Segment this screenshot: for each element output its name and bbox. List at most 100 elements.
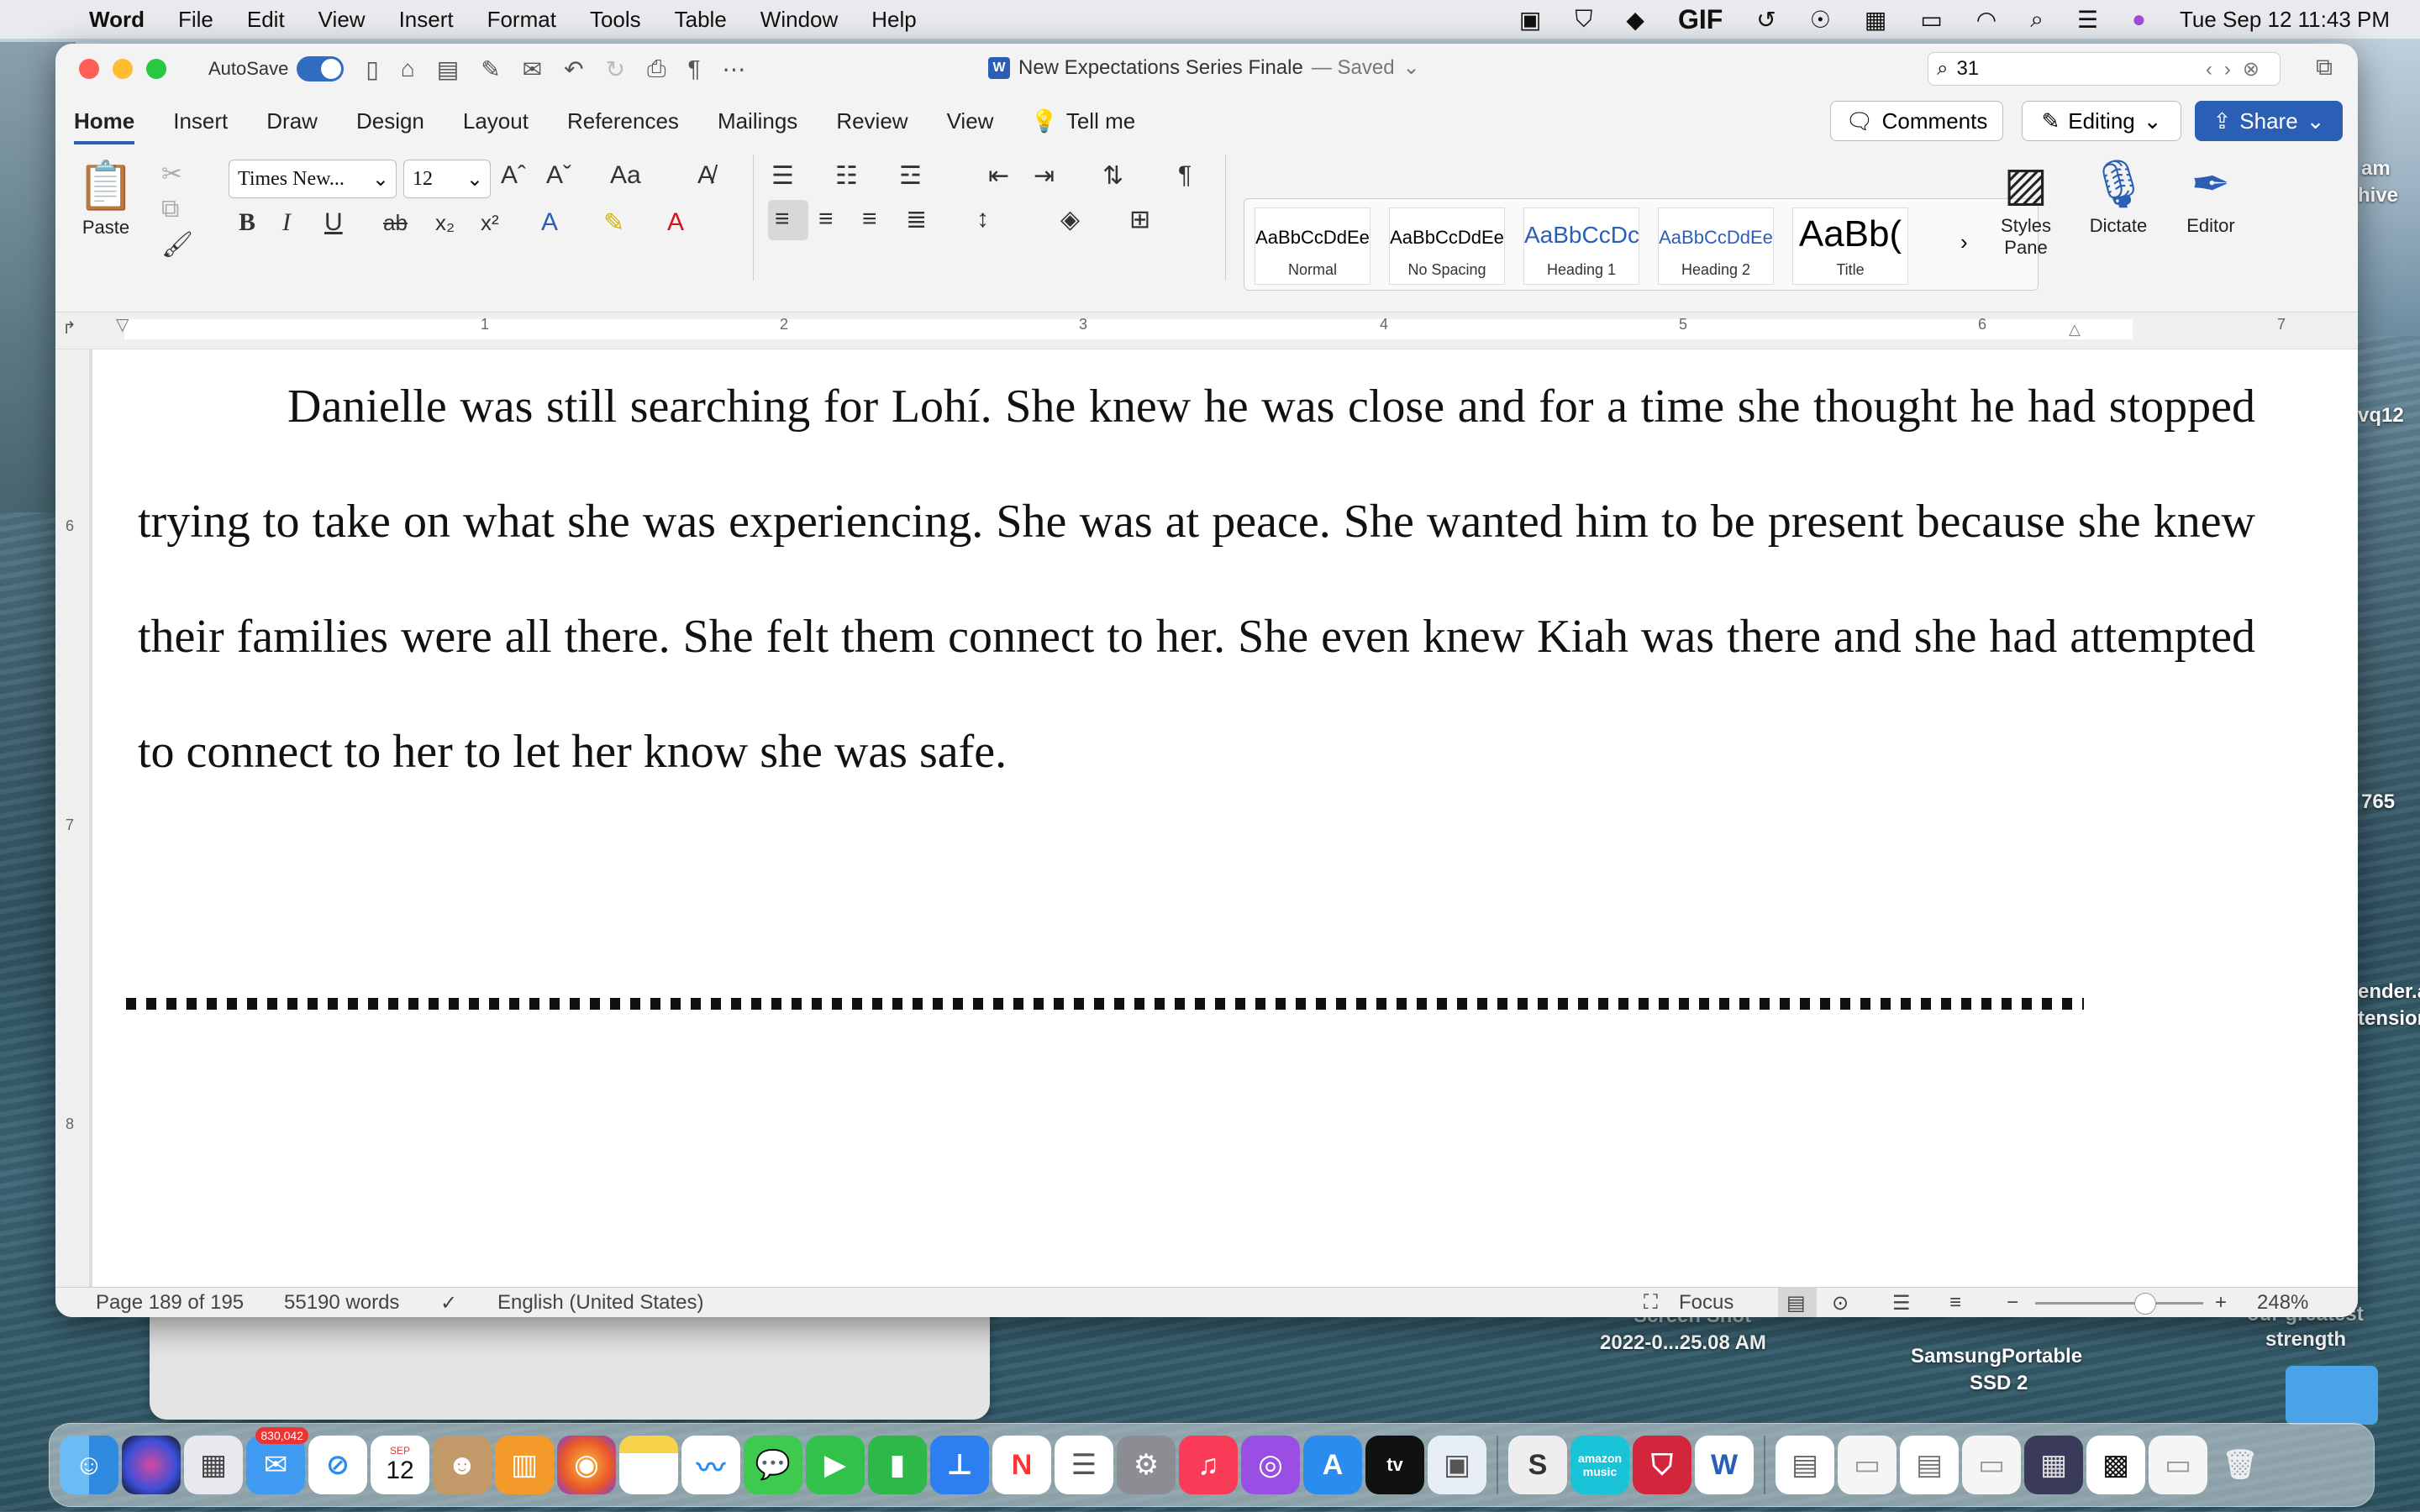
share-doc-icon[interactable]: ⧉ bbox=[2316, 54, 2333, 81]
clear-formatting-icon[interactable]: A̸ bbox=[697, 161, 714, 190]
keyboard-icon[interactable]: ▦ bbox=[1865, 6, 1886, 34]
autosave-toggle[interactable] bbox=[297, 56, 345, 81]
desktop-drive-label[interactable]: SSD 2 bbox=[1970, 1371, 2028, 1396]
styles-pane-button[interactable]: ▨ Styles Pane bbox=[1980, 156, 2072, 259]
tab-references[interactable]: References bbox=[567, 108, 679, 134]
tab-insert[interactable]: Insert bbox=[173, 108, 228, 134]
menu-window[interactable]: Window bbox=[760, 7, 838, 33]
b-app-icon[interactable]: ▣ bbox=[1519, 6, 1541, 34]
style-heading-2[interactable]: AaBbCcDdEe Heading 2 bbox=[1658, 207, 1774, 285]
document-thumbnail[interactable]: ▤ bbox=[1900, 1436, 1959, 1494]
shield-icon[interactable]: ⛉ bbox=[1575, 6, 1592, 34]
books-icon[interactable]: ▥ bbox=[495, 1436, 554, 1494]
tab-home[interactable]: Home bbox=[74, 108, 135, 144]
web-layout-icon[interactable]: ⊙ bbox=[1832, 1291, 1849, 1315]
firefox-icon[interactable]: ◉ bbox=[557, 1436, 616, 1494]
align-right-icon[interactable]: ≡ bbox=[862, 205, 877, 234]
contacts-icon[interactable]: ☻ bbox=[433, 1436, 492, 1494]
format-painter-icon[interactable]: 🖌 bbox=[161, 230, 193, 260]
document-thumbnail[interactable]: ▤ bbox=[1776, 1436, 1834, 1494]
reminders-icon[interactable]: ☰ bbox=[1055, 1436, 1113, 1494]
change-case-icon[interactable]: Aa bbox=[610, 161, 641, 190]
style-normal[interactable]: AaBbCcDdEe Normal bbox=[1255, 207, 1370, 285]
sort-icon[interactable]: ⇅ bbox=[1102, 161, 1123, 191]
notes-icon[interactable] bbox=[619, 1436, 678, 1494]
print-icon[interactable]: ⎙ bbox=[647, 55, 666, 83]
bold-icon[interactable]: B bbox=[239, 208, 255, 237]
facetime-icon[interactable]: ▶ bbox=[806, 1436, 865, 1494]
tab-draw[interactable]: Draw bbox=[266, 108, 318, 134]
strikethrough-icon[interactable]: ab bbox=[383, 210, 408, 236]
vertical-ruler[interactable]: 6 7 8 bbox=[55, 349, 89, 1287]
news-icon[interactable]: N bbox=[992, 1436, 1051, 1494]
share-button[interactable]: ⇪ Share ⌄ bbox=[2195, 101, 2343, 141]
siri-icon[interactable]: ● bbox=[2132, 6, 2146, 33]
spotlight-search-icon[interactable]: ⌕ bbox=[2030, 6, 2044, 34]
undo-icon[interactable]: ↶ bbox=[564, 55, 583, 83]
desktop-item-label[interactable]: 765 bbox=[2361, 790, 2395, 815]
folder-icon[interactable] bbox=[2286, 1366, 2378, 1425]
right-indent-marker[interactable]: △ bbox=[2069, 321, 2081, 339]
desktop-file-label[interactable]: 2022-0...25.08 AM bbox=[1600, 1331, 1766, 1356]
screenshot-thumbnail[interactable]: ▦ bbox=[2024, 1436, 2083, 1494]
font-name-select[interactable]: Times New... ⌄ bbox=[229, 160, 397, 198]
numbering-icon[interactable]: ☷ bbox=[835, 161, 858, 191]
search-box[interactable]: ⌕ 31 ‹›⊗ bbox=[1928, 52, 2281, 86]
comments-button[interactable]: 🗨 Comments bbox=[1830, 101, 2003, 141]
search-input[interactable]: 31 bbox=[1956, 57, 1979, 81]
scrivener-icon[interactable]: S bbox=[1508, 1436, 1567, 1494]
save-icon[interactable]: ▤ bbox=[437, 55, 459, 83]
apple-tv-icon[interactable]: tv bbox=[1365, 1436, 1424, 1494]
outline-view-icon[interactable]: ☰ bbox=[1892, 1291, 1911, 1315]
zoom-level[interactable]: 248% bbox=[2257, 1291, 2308, 1315]
mail-app-icon[interactable]: ✉ 830,042 bbox=[246, 1427, 308, 1494]
word-app-icon[interactable]: W bbox=[1695, 1436, 1754, 1494]
tell-me[interactable]: Tell me bbox=[1066, 108, 1135, 134]
vpn-shield-icon[interactable]: ◆ bbox=[1626, 6, 1644, 34]
menu-help[interactable]: Help bbox=[871, 7, 916, 33]
first-line-indent-marker[interactable]: ▽ bbox=[116, 314, 129, 335]
launchpad-icon[interactable]: ▦ bbox=[184, 1436, 243, 1494]
window-thumbnail[interactable]: ▭ bbox=[1962, 1436, 2021, 1494]
style-no-spacing[interactable]: AaBbCcDdEe No Spacing bbox=[1389, 207, 1505, 285]
menu-insert[interactable]: Insert bbox=[399, 7, 454, 33]
redo-icon[interactable]: ↻ bbox=[606, 55, 625, 83]
home-icon[interactable]: ⌂ bbox=[401, 55, 415, 82]
control-center-icon[interactable]: ☰ bbox=[2077, 6, 2098, 34]
menu-app-name[interactable]: Word bbox=[89, 7, 145, 33]
desktop-item-label[interactable]: am bbox=[2361, 156, 2391, 181]
menu-table[interactable]: Table bbox=[675, 7, 727, 33]
desktop-item-label[interactable]: ender.a bbox=[2358, 979, 2420, 1005]
zoom-out-icon[interactable]: − bbox=[2007, 1291, 2018, 1315]
multilevel-list-icon[interactable]: ☲ bbox=[899, 161, 922, 191]
more-icon[interactable]: ⋯ bbox=[723, 55, 746, 83]
safari-icon[interactable]: ⊘ bbox=[308, 1436, 367, 1494]
desktop-drive-label[interactable]: SamsungPortable bbox=[1911, 1344, 2082, 1369]
menu-edit[interactable]: Edit bbox=[247, 7, 285, 33]
subscript-icon[interactable]: x₂ bbox=[435, 210, 455, 236]
proofing-icon[interactable]: ✓ bbox=[440, 1291, 457, 1315]
close-button[interactable] bbox=[79, 59, 99, 79]
borders-icon[interactable]: ⊞ bbox=[1129, 205, 1150, 234]
tab-view[interactable]: View bbox=[947, 108, 994, 134]
paragraph-marks-icon[interactable]: ¶ bbox=[688, 55, 701, 82]
pilcrow-icon[interactable]: ¶ bbox=[1178, 161, 1192, 190]
shrink-font-icon[interactable]: Aˇ bbox=[546, 161, 571, 190]
tab-mailings[interactable]: Mailings bbox=[718, 108, 797, 134]
desktop-item-label[interactable]: tensior bbox=[2358, 1006, 2420, 1032]
zoom-slider[interactable] bbox=[2035, 1302, 2203, 1305]
language[interactable]: English (United States) bbox=[497, 1291, 703, 1315]
italic-icon[interactable]: I bbox=[282, 208, 291, 237]
accessibility-icon[interactable]: ☉ bbox=[1810, 6, 1831, 34]
paste-button[interactable]: 📋 Paste bbox=[72, 158, 139, 239]
editing-button[interactable]: ✎ Editing ⌄ bbox=[2022, 101, 2181, 141]
increase-indent-icon[interactable]: ⇥ bbox=[1034, 161, 1055, 191]
window-thumbnail[interactable]: ▭ bbox=[2149, 1436, 2207, 1494]
music-icon[interactable]: ♫ bbox=[1179, 1436, 1238, 1494]
horizontal-ruler[interactable]: ↱ ▽ 1 2 3 4 5 6 7 △ bbox=[55, 312, 2358, 349]
tab-stop-icon[interactable]: ↱ bbox=[62, 318, 76, 339]
superscript-icon[interactable]: x² bbox=[481, 210, 499, 236]
grow-font-icon[interactable]: Aˆ bbox=[501, 161, 526, 190]
tab-review[interactable]: Review bbox=[836, 108, 908, 134]
document-title[interactable]: W New Expectations Series Finale — Saved… bbox=[988, 55, 1420, 80]
